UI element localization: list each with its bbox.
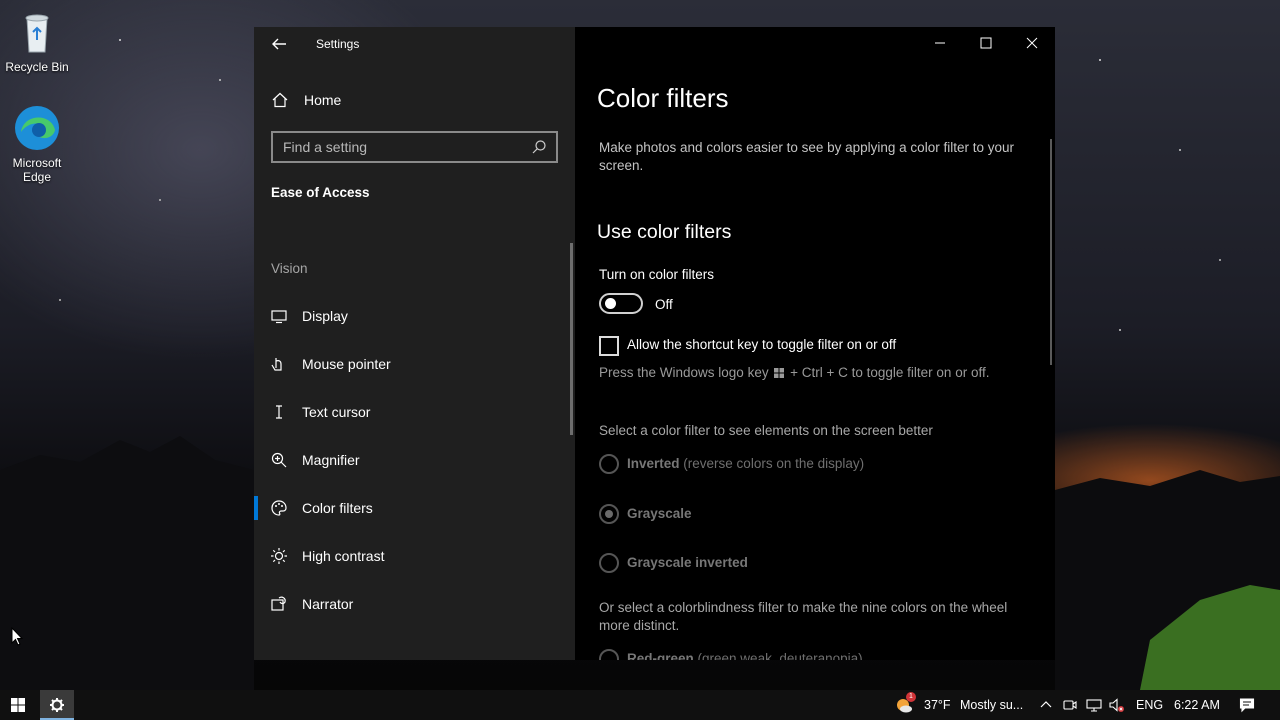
radio-button[interactable] [599, 649, 619, 660]
home-label: Home [304, 92, 342, 108]
pointer-icon [271, 358, 282, 371]
sidebar-item-label: Magnifier [302, 452, 360, 468]
filter-name: Inverted [627, 456, 680, 471]
toggle-state: Off [655, 297, 673, 312]
taskbar-settings-app[interactable] [40, 690, 74, 720]
sidebar-item-text-cursor[interactable]: Text cursor [254, 392, 572, 432]
page-description: Make photos and colors easier to see by … [599, 140, 1014, 173]
mouse-cursor-icon [11, 627, 23, 646]
sidebar: Settings Home Ease of Access Vision Disp… [254, 27, 575, 660]
filter-option-grayscale[interactable]: Grayscale [599, 504, 1039, 526]
home-link[interactable]: Home [271, 89, 561, 111]
clock-time[interactable]: 6:22 AM [1174, 698, 1220, 712]
sidebar-item-narrator[interactable]: Narrator [254, 584, 572, 624]
settings-window: Settings Home Ease of Access Vision Disp… [254, 27, 1055, 660]
sidebar-item-label: High contrast [302, 548, 385, 564]
weather-temperature[interactable]: 37°F [924, 698, 951, 712]
filter-option-inverted[interactable]: Inverted (reverse colors on the display) [599, 454, 1039, 476]
desktop-icon-recycle-bin[interactable]: Recycle Bin [0, 8, 74, 74]
sidebar-item-color-filters[interactable]: Color filters [254, 488, 572, 528]
close-button[interactable] [1009, 27, 1055, 59]
shortcut-hint-suffix: + Ctrl + C to toggle filter on or off. [790, 365, 990, 380]
desktop-icon-label: Recycle Bin [5, 60, 69, 74]
minimize-button[interactable] [917, 27, 963, 59]
radio-button[interactable] [599, 504, 619, 524]
shortcut-hint: Press the Windows logo key + Ctrl + C to… [599, 365, 989, 380]
filter-name: Red-green [627, 651, 694, 660]
filter-detail: (green weak, deuteranopia) [697, 651, 863, 660]
window-title: Settings [316, 37, 360, 51]
search-icon[interactable] [530, 138, 548, 156]
weather-text[interactable]: Mostly su... [960, 698, 1023, 712]
edge-icon [13, 104, 61, 152]
shortcut-hint-prefix: Press the Windows logo key [599, 365, 769, 380]
recycle-bin-icon [13, 8, 61, 56]
sidebar-item-display[interactable]: Display [254, 296, 572, 336]
filter-select-label: Select a color filter to see elements on… [599, 423, 933, 438]
content-pane: Color filters Make photos and colors eas… [575, 27, 1055, 660]
chevron-up-icon[interactable] [1038, 697, 1054, 713]
section-heading: Use color filters [597, 221, 732, 243]
desktop-icon-edge[interactable]: Microsoft Edge [0, 104, 74, 184]
meet-now-icon[interactable] [1062, 697, 1078, 713]
group-label-vision: Vision [271, 261, 308, 276]
network-icon[interactable] [1086, 697, 1102, 713]
sidebar-item-label: Color filters [302, 500, 373, 516]
home-icon [272, 92, 288, 108]
narrator-icon [271, 596, 286, 611]
content-scrollbar[interactable] [1050, 139, 1052, 365]
sidebar-item-label: Narrator [302, 596, 354, 612]
close-icon [1026, 37, 1038, 49]
filter-name: Grayscale [627, 506, 692, 521]
sidebar-item-label: Display [302, 308, 348, 324]
search-input[interactable] [273, 139, 530, 155]
palette-icon [271, 500, 287, 516]
sidebar-scrollbar[interactable] [570, 243, 573, 435]
text-cursor-icon [276, 405, 282, 419]
action-center-icon[interactable] [1239, 697, 1255, 713]
volume-muted-icon[interactable] [1108, 697, 1124, 713]
contrast-icon [271, 548, 287, 564]
desktop-icon-label: Microsoft Edge [12, 156, 62, 184]
weather-badge: 1 [906, 692, 916, 702]
maximize-button[interactable] [963, 27, 1009, 59]
magnifier-icon [271, 452, 287, 468]
sidebar-item-label: Text cursor [302, 404, 371, 420]
back-arrow-icon [272, 38, 286, 50]
title-bar: Settings [254, 27, 575, 61]
gear-icon [50, 698, 64, 712]
start-button[interactable] [0, 690, 36, 720]
filter-option-red-green[interactable]: Red-green (green weak, deuteranopia) [599, 649, 1039, 660]
search-box[interactable] [271, 131, 558, 163]
monitor-icon [271, 310, 287, 324]
color-filters-toggle[interactable] [599, 293, 643, 314]
page-title: Color filters [597, 83, 729, 113]
language-indicator[interactable]: ENG [1136, 698, 1163, 712]
radio-button[interactable] [599, 454, 619, 474]
taskbar: 1 37°F Mostly su... ENG 6:22 AM [0, 690, 1280, 720]
sidebar-item-high-contrast[interactable]: High contrast [254, 536, 572, 576]
filter-detail: (reverse colors on the display) [683, 456, 865, 471]
toggle-knob [605, 298, 616, 309]
filter-name: Grayscale inverted [627, 555, 748, 570]
radio-button[interactable] [599, 553, 619, 573]
checkbox-label[interactable]: Allow the shortcut key to toggle filter … [627, 337, 896, 352]
sidebar-item-mouse-pointer[interactable]: Mouse pointer [254, 344, 572, 384]
minimize-icon [935, 42, 945, 44]
shortcut-key-checkbox[interactable] [599, 336, 619, 356]
windows-logo-icon [774, 368, 785, 378]
sidebar-item-magnifier[interactable]: Magnifier [254, 440, 572, 480]
maximize-icon [980, 37, 992, 49]
active-indicator [254, 496, 258, 520]
colorblind-label: Or select a colorblindness filter to mak… [599, 600, 1008, 633]
sidebar-item-label: Mouse pointer [302, 356, 391, 372]
section-title: Ease of Access [271, 185, 370, 200]
toggle-label: Turn on color filters [599, 267, 715, 282]
filter-option-grayscale-inverted[interactable]: Grayscale inverted [599, 553, 1039, 575]
windows-logo-icon [11, 698, 25, 712]
back-button[interactable] [268, 35, 290, 53]
